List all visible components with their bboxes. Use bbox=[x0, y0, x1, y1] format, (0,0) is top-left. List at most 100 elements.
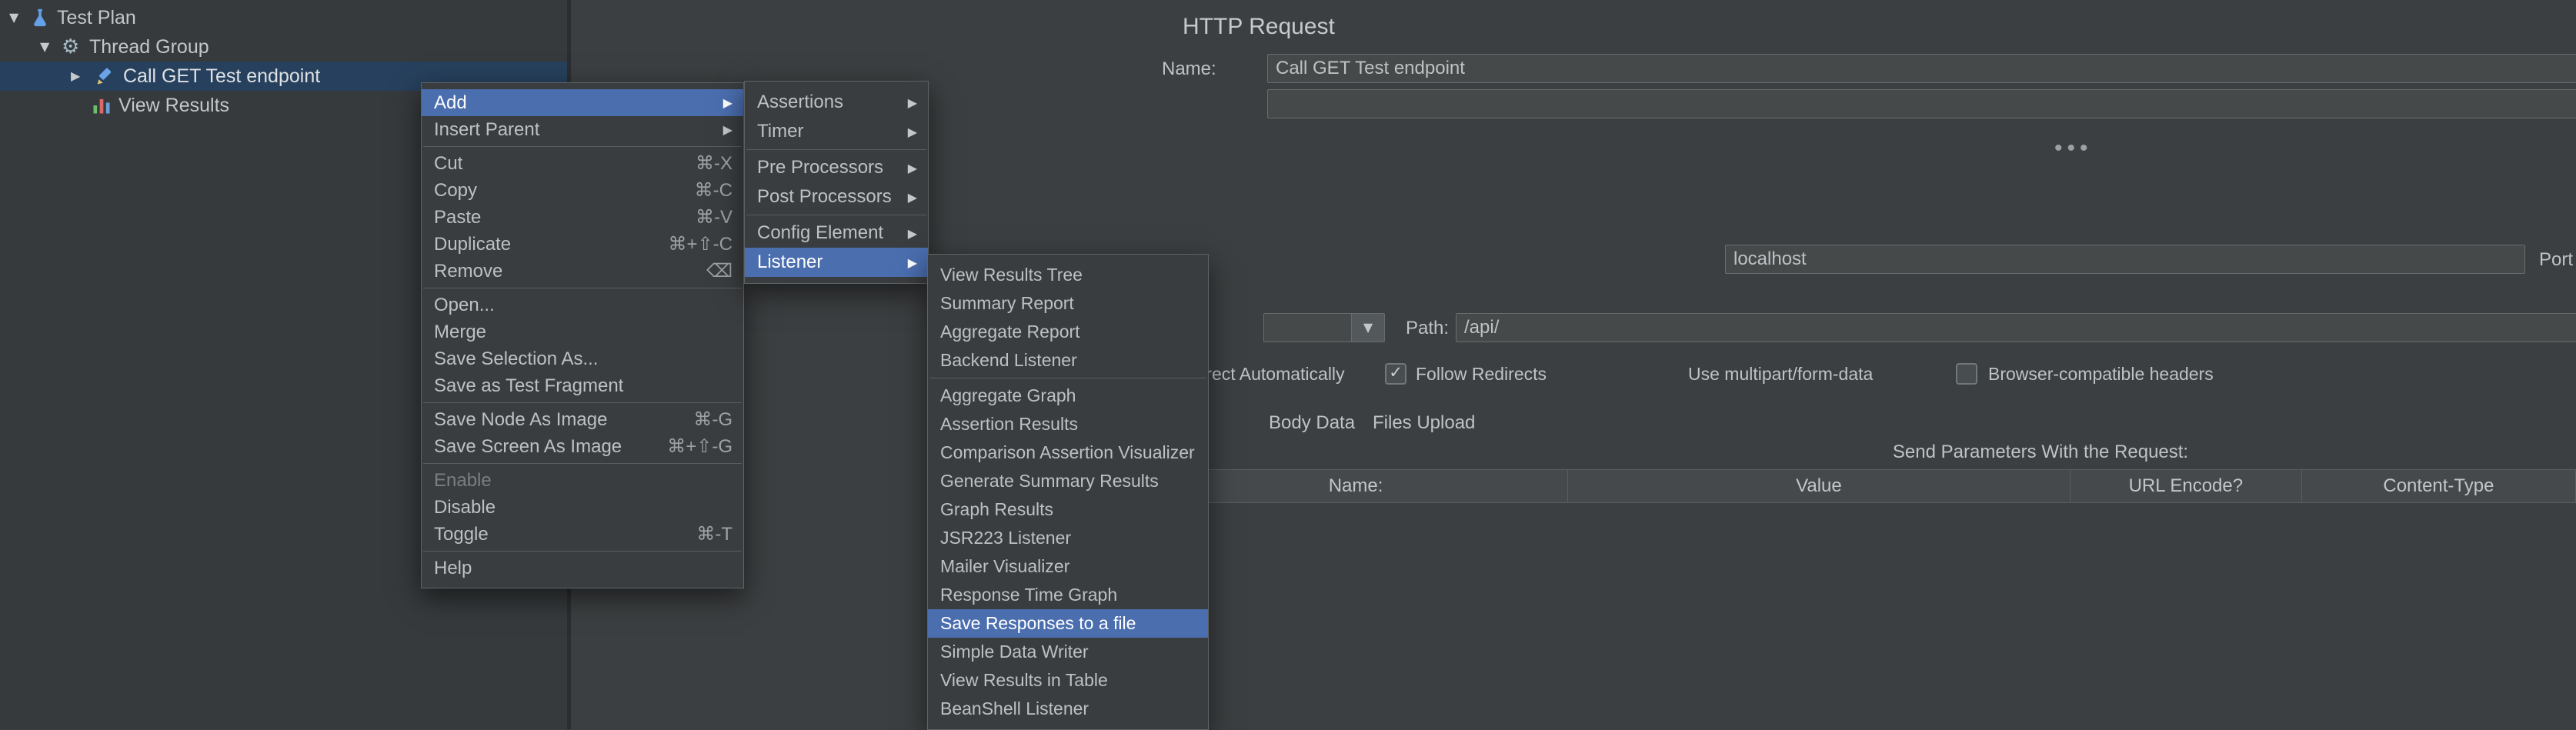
browser-compatible-headers-label: Browser-compatible headers bbox=[1988, 360, 2214, 388]
menu-separator bbox=[423, 551, 742, 552]
server-name-input[interactable] bbox=[1725, 245, 2525, 274]
column-header-value: Value bbox=[1568, 470, 2070, 502]
follow-redirects-checkbox[interactable]: ✓ bbox=[1385, 363, 1406, 385]
shortcut-hint: ⌘-G bbox=[693, 408, 732, 431]
tree-item-label: Call GET Test endpoint bbox=[123, 62, 320, 91]
menu-item-post-processors[interactable]: Post Processors ▶ bbox=[745, 182, 928, 212]
expander-collapsed-icon[interactable]: ▶ bbox=[71, 62, 80, 91]
shortcut-hint: ⌘+⇧-G bbox=[667, 435, 732, 458]
menu-item-save-as-test-fragment[interactable]: Save as Test Fragment bbox=[422, 372, 743, 399]
use-multipart-label: Use multipart/form-data bbox=[1688, 360, 1873, 388]
submenu-arrow-icon: ▶ bbox=[723, 95, 732, 110]
expander-open-icon[interactable]: ▼ bbox=[9, 3, 18, 32]
menu-item-jsr223-listener[interactable]: JSR223 Listener bbox=[928, 524, 1208, 552]
menu-item-enable: Enable bbox=[422, 467, 743, 494]
port-number-label: Port Number: bbox=[2539, 245, 2576, 275]
menu-item-config-element[interactable]: Config Element ▶ bbox=[745, 218, 928, 248]
submenu-arrow-icon: ▶ bbox=[908, 190, 917, 205]
name-input[interactable] bbox=[1267, 54, 2576, 83]
view-results-icon bbox=[91, 95, 112, 116]
shortcut-hint: ⌫ bbox=[706, 260, 732, 282]
menu-item-view-results-in-table[interactable]: View Results in Table bbox=[928, 666, 1208, 695]
menu-item-paste[interactable]: Paste ⌘-V bbox=[422, 204, 743, 231]
jmeter-window: { "icons": { "submenu_arrow": "▶", "expa… bbox=[0, 0, 2576, 729]
submenu-arrow-icon: ▶ bbox=[723, 122, 732, 137]
menu-item-timer[interactable]: Timer ▶ bbox=[745, 117, 928, 146]
path-label: Path: bbox=[1406, 313, 1449, 344]
menu-item-summary-report[interactable]: Summary Report bbox=[928, 289, 1208, 318]
menu-item-open[interactable]: Open... bbox=[422, 292, 743, 318]
menu-item-merge[interactable]: Merge bbox=[422, 318, 743, 345]
menu-item-generate-summary-results[interactable]: Generate Summary Results bbox=[928, 467, 1208, 495]
tree-item-label: Test Plan bbox=[57, 3, 136, 32]
follow-redirects-label: Follow Redirects bbox=[1416, 360, 1547, 388]
parameters-table-header: Name: Value URL Encode? Content-Type Inc… bbox=[1144, 469, 2576, 503]
column-header-url-encode: URL Encode? bbox=[2070, 470, 2302, 502]
tree-item-label: View Results bbox=[118, 91, 229, 120]
dropdown-arrow-icon: ▼ bbox=[1351, 314, 1384, 342]
path-input[interactable] bbox=[1456, 313, 2576, 342]
menu-item-save-responses-to-a-file[interactable]: Save Responses to a file bbox=[928, 609, 1208, 638]
http-method-select[interactable]: ▼ bbox=[1263, 313, 1385, 342]
tree-item-thread-group[interactable]: ▼ ⚙ Thread Group bbox=[0, 32, 567, 62]
shortcut-hint: ⌘-V bbox=[696, 206, 732, 228]
shortcut-hint: ⌘-T bbox=[696, 523, 732, 545]
menu-item-save-screen-as-image[interactable]: Save Screen As Image ⌘+⇧-G bbox=[422, 433, 743, 460]
menu-item-assertions[interactable]: Assertions ▶ bbox=[745, 88, 928, 117]
menu-item-insert-parent[interactable]: Insert Parent ▶ bbox=[422, 116, 743, 143]
page-title: HTTP Request bbox=[1183, 14, 1335, 40]
submenu-arrow-icon: ▶ bbox=[908, 161, 917, 175]
add-submenu: Assertions ▶ Timer ▶ Pre Processors ▶ Po… bbox=[744, 81, 929, 284]
menu-item-backend-listener[interactable]: Backend Listener bbox=[928, 346, 1208, 375]
expander-open-icon[interactable]: ▼ bbox=[40, 32, 49, 62]
test-plan-icon bbox=[29, 7, 51, 28]
menu-item-beanshell-listener[interactable]: BeanShell Listener bbox=[928, 695, 1208, 723]
menu-separator bbox=[746, 149, 926, 150]
menu-item-remove[interactable]: Remove ⌫ bbox=[422, 258, 743, 285]
thread-group-icon: ⚙ bbox=[62, 36, 83, 58]
checkmark-icon: ✓ bbox=[1389, 364, 1403, 382]
submenu-arrow-icon: ▶ bbox=[908, 255, 917, 270]
menu-item-help[interactable]: Help bbox=[422, 555, 743, 582]
menu-item-disable[interactable]: Disable bbox=[422, 494, 743, 521]
send-parameters-caption: Send Parameters With the Request: bbox=[1144, 442, 2576, 463]
menu-item-cut[interactable]: Cut ⌘-X bbox=[422, 150, 743, 177]
menu-item-mailer-visualizer[interactable]: Mailer Visualizer bbox=[928, 552, 1208, 581]
tree-item-label: Thread Group bbox=[89, 32, 209, 62]
menu-item-copy[interactable]: Copy ⌘-C bbox=[422, 177, 743, 204]
tab-body-data[interactable]: Body Data bbox=[1269, 408, 1355, 438]
context-menu: Add ▶ Insert Parent ▶ Cut ⌘-X Copy ⌘-C P… bbox=[421, 82, 744, 588]
menu-item-listener[interactable]: Listener ▶ bbox=[745, 248, 928, 277]
column-header-content-type: Content-Type bbox=[2302, 470, 2576, 502]
menu-item-toggle[interactable]: Toggle ⌘-T bbox=[422, 521, 743, 548]
menu-item-save-selection-as[interactable]: Save Selection As... bbox=[422, 345, 743, 372]
browser-compatible-headers-checkbox[interactable] bbox=[1956, 363, 1977, 385]
menu-item-pre-processors[interactable]: Pre Processors ▶ bbox=[745, 153, 928, 182]
menu-separator bbox=[423, 402, 742, 403]
menu-item-comparison-assertion-visualizer[interactable]: Comparison Assertion Visualizer bbox=[928, 438, 1208, 467]
tree-item-test-plan[interactable]: ▼ Test Plan bbox=[0, 3, 567, 32]
menu-separator bbox=[423, 146, 742, 147]
name-label: Name: bbox=[1162, 54, 1216, 85]
shortcut-hint: ⌘-X bbox=[696, 152, 732, 175]
menu-item-aggregate-report[interactable]: Aggregate Report bbox=[928, 318, 1208, 346]
splitter-grip-icon[interactable]: ••• bbox=[2054, 135, 2093, 162]
shortcut-hint: ⌘-C bbox=[695, 179, 732, 202]
menu-item-view-results-tree[interactable]: View Results Tree bbox=[928, 261, 1208, 289]
menu-separator bbox=[423, 463, 742, 464]
submenu-arrow-icon: ▶ bbox=[908, 95, 917, 110]
tab-files-upload[interactable]: Files Upload bbox=[1373, 408, 1475, 438]
submenu-arrow-icon: ▶ bbox=[908, 125, 917, 139]
shortcut-hint: ⌘+⇧-C bbox=[669, 233, 732, 255]
menu-item-response-time-graph[interactable]: Response Time Graph bbox=[928, 581, 1208, 609]
comments-input[interactable] bbox=[1267, 89, 2576, 118]
menu-item-simple-data-writer[interactable]: Simple Data Writer bbox=[928, 638, 1208, 666]
menu-item-save-node-as-image[interactable]: Save Node As Image ⌘-G bbox=[422, 406, 743, 433]
menu-item-duplicate[interactable]: Duplicate ⌘+⇧-C bbox=[422, 231, 743, 258]
http-request-sampler-icon bbox=[94, 65, 115, 87]
menu-item-assertion-results[interactable]: Assertion Results bbox=[928, 410, 1208, 438]
menu-item-aggregate-graph[interactable]: Aggregate Graph bbox=[928, 382, 1208, 410]
listener-submenu: View Results Tree Summary Report Aggrega… bbox=[927, 254, 1209, 730]
menu-item-add[interactable]: Add ▶ bbox=[422, 89, 743, 116]
menu-item-graph-results[interactable]: Graph Results bbox=[928, 495, 1208, 524]
